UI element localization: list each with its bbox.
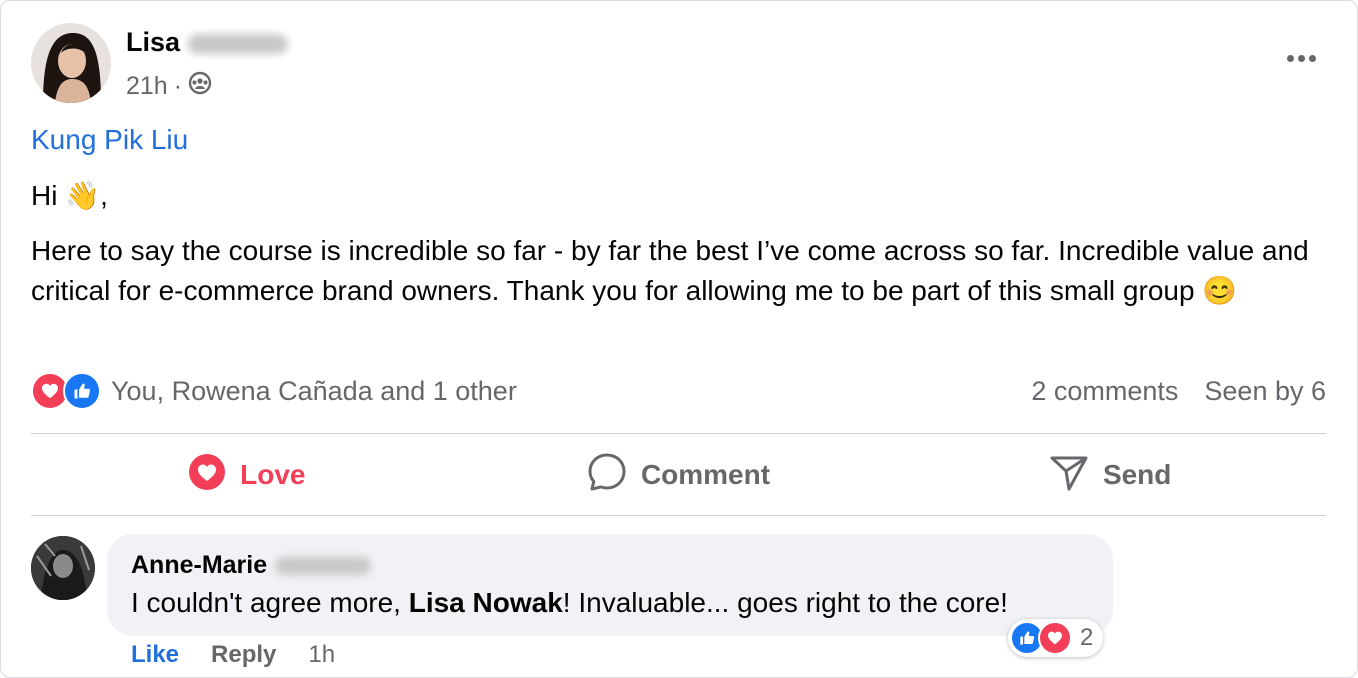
comment-actions: Like Reply 1h	[131, 641, 335, 669]
redacted-last-name	[188, 33, 289, 54]
comment-bubble: Anne-Marie I couldn't agree more, Lisa N…	[107, 534, 1113, 636]
post-body: Here to say the course is incredible so …	[31, 231, 1331, 311]
meta-separator: ·	[173, 72, 183, 100]
comment-reaction-count: 2	[1080, 624, 1094, 651]
seen-by-count[interactable]: Seen by 6	[1204, 376, 1326, 407]
author-first-name[interactable]: Lisa	[126, 27, 180, 57]
waving-hand-emoji: 👋	[65, 180, 101, 211]
love-label: Love	[240, 459, 306, 490]
comment-icon	[587, 452, 627, 499]
comment-mention[interactable]: Lisa Nowak	[409, 587, 563, 618]
post-time[interactable]: 21h	[126, 72, 168, 101]
post-meta: 21h ·	[126, 71, 212, 102]
comment-text-start: I couldn't agree more,	[131, 587, 409, 618]
comment-time[interactable]: 1h	[308, 641, 335, 669]
greeting-text: Hi	[31, 180, 58, 211]
smiling-emoji: 😊	[1202, 275, 1238, 306]
comment-text: I couldn't agree more, Lisa Nowak! Inval…	[131, 587, 1008, 619]
comment-reactions[interactable]: 2	[1008, 619, 1104, 657]
send-label: Send	[1102, 459, 1172, 490]
group-icon	[188, 71, 212, 102]
post-actions: Love Comment Send	[31, 435, 1326, 515]
commenter-avatar[interactable]	[31, 536, 95, 600]
comment-label: Comment	[640, 459, 771, 490]
commenter-first-name[interactable]: Anne-Marie	[131, 551, 267, 579]
love-button[interactable]: Love	[31, 435, 463, 515]
comment-text-end: ! Invaluable... goes right to the core!	[562, 587, 1008, 618]
like-icon	[63, 372, 101, 410]
mention-link[interactable]: Kung Pik Liu	[31, 124, 188, 156]
commenter-name[interactable]: Anne-Marie	[131, 551, 372, 580]
comment-like-button[interactable]: Like	[131, 641, 179, 669]
send-icon	[1049, 452, 1089, 499]
more-options-icon[interactable]	[1281, 43, 1321, 73]
comment-reply-button[interactable]: Reply	[211, 641, 276, 669]
redacted-last-name	[275, 557, 372, 576]
greeting-punctuation: ,	[100, 180, 108, 211]
reaction-summary-row: You, Rowena Cañada and 1 other 2 comment…	[31, 369, 1326, 413]
author-avatar[interactable]	[31, 23, 111, 103]
reaction-icons[interactable]	[31, 372, 101, 410]
send-button[interactable]: Send	[894, 435, 1326, 515]
heart-icon	[188, 453, 226, 498]
post-card: Lisa 21h · Kung Pik Liu Hi 👋, Here to sa…	[0, 0, 1358, 678]
comments-count[interactable]: 2 comments	[1031, 376, 1178, 407]
author-name[interactable]: Lisa	[126, 27, 289, 58]
comment-button[interactable]: Comment	[463, 435, 895, 515]
reaction-summary-text[interactable]: You, Rowena Cañada and 1 other	[111, 376, 517, 407]
divider	[31, 433, 1326, 434]
love-icon	[1038, 621, 1072, 655]
post-greeting: Hi 👋,	[31, 179, 108, 212]
post-stats: 2 comments Seen by 6	[1031, 376, 1326, 407]
divider	[31, 515, 1326, 516]
post-body-text: Here to say the course is incredible so …	[31, 235, 1309, 306]
